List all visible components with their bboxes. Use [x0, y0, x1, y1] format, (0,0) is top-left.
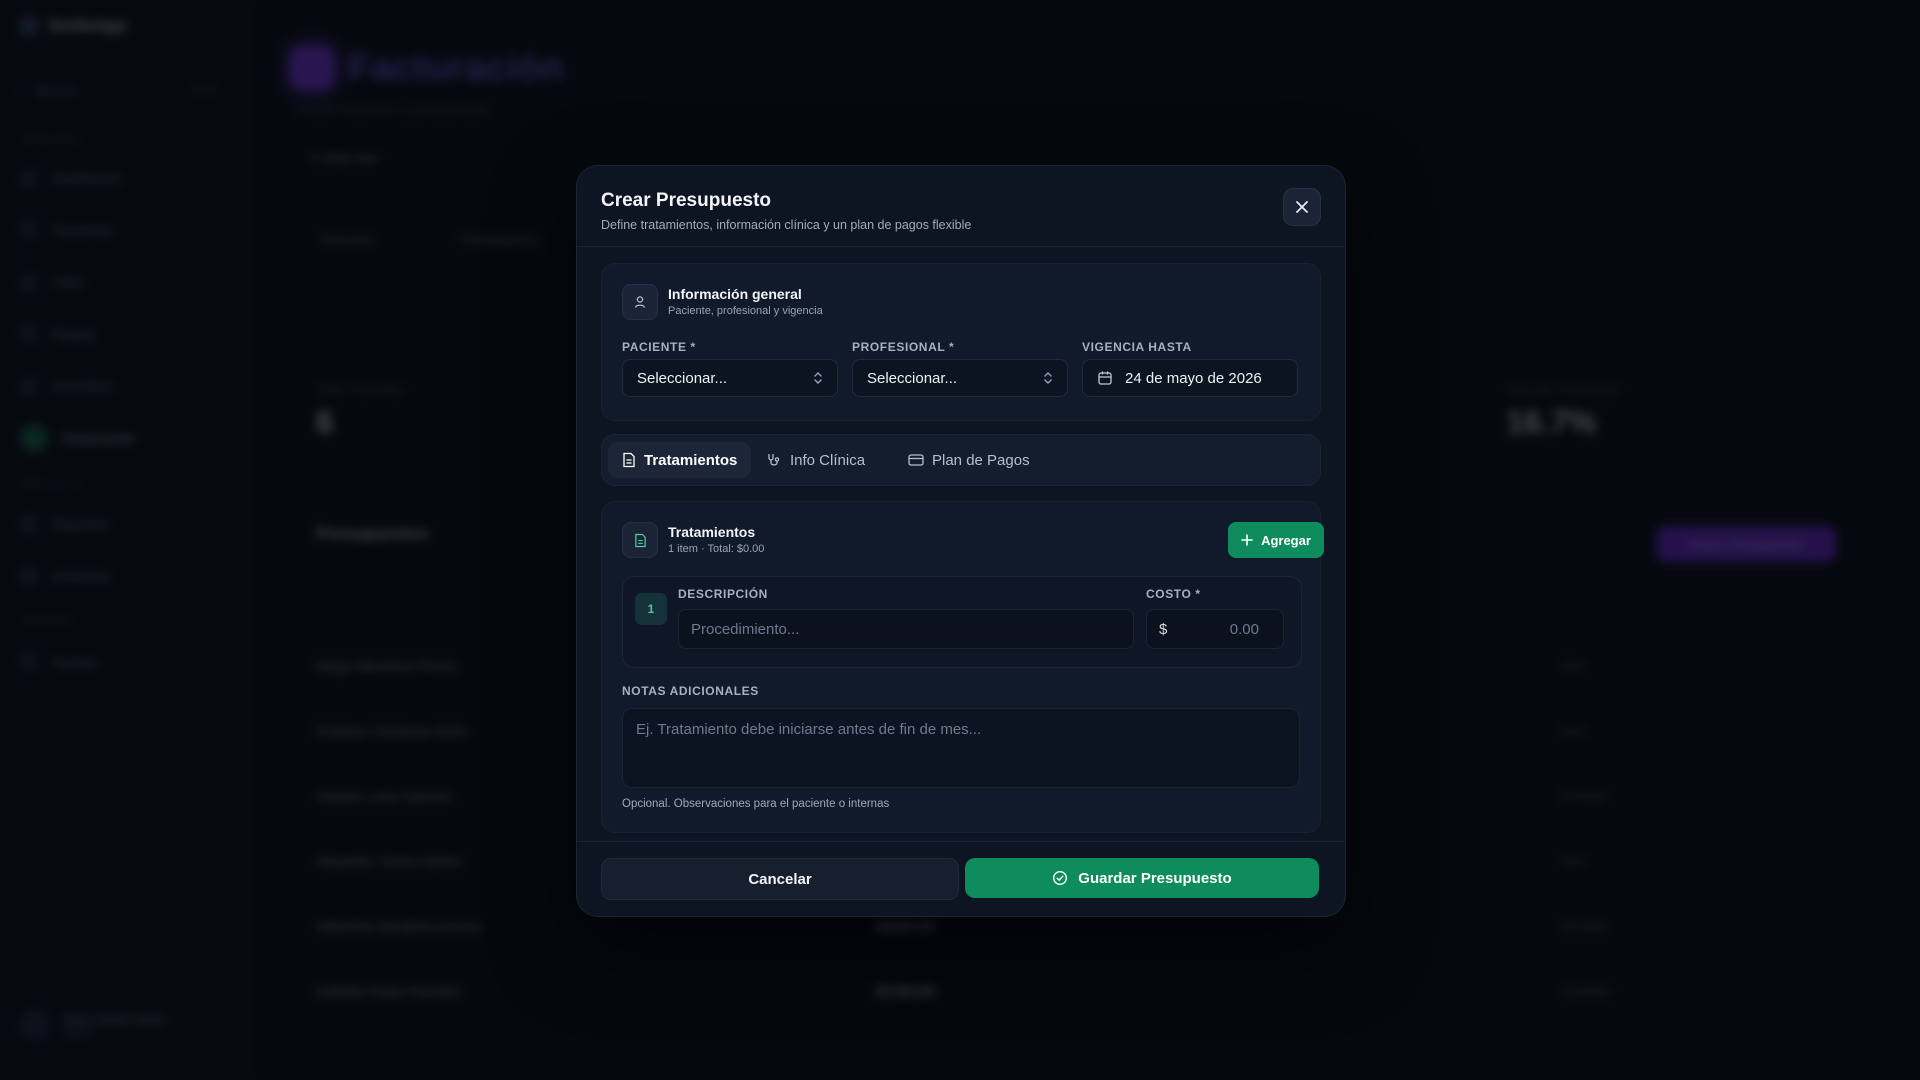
chevron-updown-icon — [813, 371, 823, 385]
save-budget-button[interactable]: Guardar Presupuesto — [965, 858, 1319, 898]
cancel-label: Cancelar — [748, 870, 812, 888]
treatments-summary: 1 item · Total: $0.00 — [668, 543, 765, 555]
create-budget-modal: Crear Presupuesto Define tratamientos, i… — [576, 165, 1346, 917]
modal-footer: Cancelar Guardar Presupuesto — [577, 841, 1345, 916]
calendar-icon — [1097, 370, 1113, 386]
stethoscope-icon — [768, 454, 780, 466]
close-button[interactable] — [1283, 188, 1321, 226]
patient-select-value: Seleccionar... — [637, 369, 728, 387]
patient-label: PACIENTE * — [622, 340, 696, 354]
tab-plan-de-pagos[interactable]: Plan de Pagos — [894, 442, 1044, 478]
document-icon — [623, 452, 635, 468]
description-input[interactable]: Procedimiento... — [678, 609, 1134, 649]
close-icon — [1296, 201, 1308, 213]
cost-placeholder: 0.00 — [1229, 620, 1259, 638]
professional-select-value: Seleccionar... — [867, 369, 958, 387]
modal-subtitle: Define tratamientos, información clínica… — [601, 218, 972, 232]
section-subtitle: Paciente, profesional y vigencia — [668, 305, 823, 317]
tab-tratamientos[interactable]: Tratamientos — [608, 442, 752, 478]
treatments-section: Tratamientos 1 item · Total: $0.00 Agreg… — [601, 501, 1324, 833]
save-label: Guardar Presupuesto — [1078, 869, 1232, 887]
validity-date-value: 24 de mayo de 2026 — [1125, 369, 1262, 387]
patient-select[interactable]: Seleccionar... — [622, 359, 838, 397]
cancel-button[interactable]: Cancelar — [601, 858, 959, 900]
modal-header: Crear Presupuesto Define tratamientos, i… — [577, 166, 1345, 247]
currency-symbol: $ — [1159, 620, 1168, 638]
tab-label: Plan de Pagos — [932, 451, 1030, 469]
general-info-section: Información general Paciente, profesiona… — [601, 263, 1321, 421]
tab-info-clinica[interactable]: Info Clínica — [752, 442, 879, 478]
section-title: Información general — [668, 286, 802, 302]
tab-label: Tratamientos — [644, 451, 738, 469]
modal-title: Crear Presupuesto — [601, 190, 772, 211]
section-title: Tratamientos — [668, 524, 756, 540]
notes-hint: Opcional. Observaciones para el paciente… — [622, 798, 890, 810]
cost-input[interactable]: $ 0.00 — [1146, 609, 1284, 649]
user-icon — [622, 284, 658, 320]
tab-label: Info Clínica — [790, 451, 866, 469]
item-number-badge: 1 — [635, 593, 667, 625]
add-treatment-button[interactable]: Agregar — [1228, 522, 1324, 558]
add-treatment-label: Agregar — [1261, 532, 1311, 548]
notes-textarea[interactable]: Ej. Tratamiento debe iniciarse antes de … — [622, 708, 1300, 788]
cost-label: COSTO * — [1146, 587, 1201, 601]
notes-label: NOTAS ADICIONALES — [622, 684, 759, 698]
modal-tabs: Tratamientos Info Clínica Plan de Pagos — [601, 434, 1321, 486]
notes-placeholder: Ej. Tratamiento debe iniciarse antes de … — [636, 721, 982, 738]
credit-card-icon — [908, 454, 924, 466]
validity-label: VIGENCIA HASTA — [1082, 340, 1192, 354]
chevron-updown-icon — [1043, 371, 1053, 385]
description-placeholder: Procedimiento... — [691, 620, 800, 638]
professional-select[interactable]: Seleccionar... — [852, 359, 1068, 397]
description-label: DESCRIPCIÓN — [678, 587, 768, 601]
validity-date-picker[interactable]: 24 de mayo de 2026 — [1082, 359, 1298, 397]
treatment-item-row: 1 DESCRIPCIÓN Procedimiento... COSTO * $… — [622, 576, 1302, 668]
check-circle-icon — [1053, 870, 1068, 886]
document-icon — [622, 522, 658, 558]
professional-label: PROFESIONAL * — [852, 340, 955, 354]
plus-icon — [1241, 534, 1253, 546]
